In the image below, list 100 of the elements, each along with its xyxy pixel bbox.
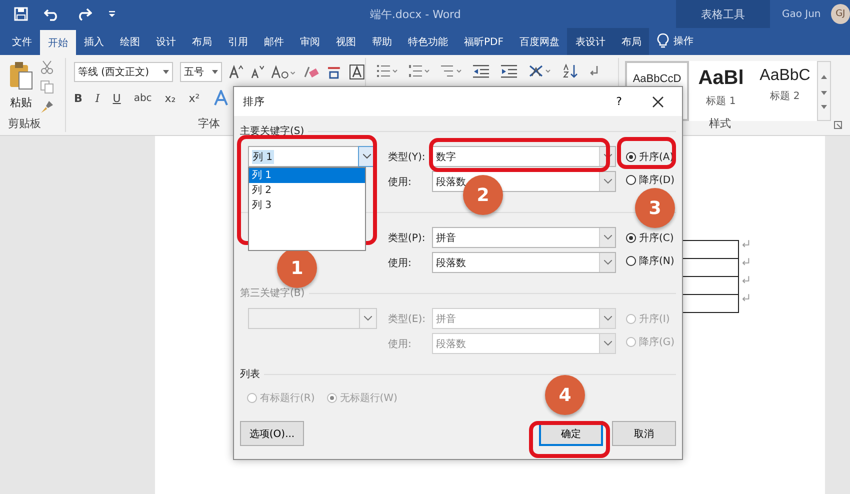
chevron-down-icon bbox=[604, 260, 612, 265]
paragraph-mark-icon bbox=[742, 240, 750, 248]
context-label: 表格工具 bbox=[700, 6, 745, 22]
field-label: 使用: bbox=[388, 176, 412, 188]
style-name: 标题 2 bbox=[770, 90, 800, 103]
paragraph-mark-icon bbox=[742, 294, 750, 302]
format-button[interactable]: I bbox=[95, 92, 100, 104]
ribbon-tab[interactable]: 特色功能 bbox=[400, 28, 456, 55]
field-label: 使用: bbox=[388, 338, 412, 350]
gallery-scrollbar[interactable] bbox=[817, 61, 831, 121]
window-title: 端午.docx - Word bbox=[370, 6, 462, 22]
style-preview: AaBl bbox=[698, 67, 744, 90]
undo-icon[interactable] bbox=[44, 7, 60, 21]
scissors-icon[interactable] bbox=[40, 60, 54, 74]
dialog-button[interactable]: 选项(O)... bbox=[240, 421, 304, 446]
save-icon[interactable] bbox=[14, 7, 28, 21]
ribbon-tab[interactable]: 布局 bbox=[613, 28, 650, 55]
type-dropdown[interactable]: 拼音 bbox=[432, 227, 616, 248]
ribbon-tab[interactable]: 表设计 bbox=[567, 28, 614, 55]
font-name-dropdown[interactable]: 等线 (西文正文) bbox=[74, 62, 174, 82]
section-label: 列表 bbox=[240, 368, 260, 381]
help-button[interactable]: ? bbox=[610, 94, 628, 109]
user-name[interactable]: Gao Jun bbox=[782, 8, 821, 20]
dialog-button[interactable]: 取消 bbox=[612, 421, 676, 446]
format-button[interactable]: x₂ bbox=[164, 92, 176, 104]
dialog-launcher-icon[interactable] bbox=[834, 121, 842, 129]
sort-icon[interactable] bbox=[562, 63, 578, 79]
dialog-title: 排序 bbox=[243, 94, 266, 108]
section-label: 第三关键字(B) bbox=[240, 286, 305, 300]
field-label: 类型(E): bbox=[388, 312, 426, 326]
phonetic-guide-icon[interactable] bbox=[326, 64, 342, 80]
chevron-down-icon bbox=[604, 235, 612, 240]
chevron-down-icon bbox=[364, 316, 372, 321]
format-button[interactable]: U bbox=[112, 92, 121, 104]
caret-icon bbox=[163, 70, 170, 74]
paste-label[interactable]: 粘贴 bbox=[10, 95, 32, 110]
paragraph-mark-icon bbox=[742, 276, 750, 284]
ribbon-tab[interactable]: 文件 bbox=[4, 28, 40, 55]
ribbon-tab[interactable]: 百度网盘 bbox=[511, 28, 568, 55]
chevron-down-icon bbox=[604, 316, 612, 321]
ribbon-tab[interactable]: 福昕PDF bbox=[456, 28, 512, 55]
close-icon[interactable] bbox=[652, 96, 664, 108]
ribbon-tab[interactable]: 邮件 bbox=[256, 28, 292, 55]
sort-order-radio[interactable]: 降序(N) bbox=[626, 254, 674, 268]
dropdown-option[interactable]: 列 2 bbox=[249, 183, 365, 198]
chevron-down-icon bbox=[604, 341, 612, 346]
paste-icon[interactable] bbox=[8, 61, 34, 91]
type-dropdown[interactable]: 数字 bbox=[432, 146, 616, 167]
increase-indent-icon[interactable] bbox=[500, 64, 518, 78]
section-label: 主要关键字(S) bbox=[240, 124, 304, 138]
ribbon-tab[interactable]: 设计 bbox=[148, 28, 184, 55]
shrink-font-icon[interactable] bbox=[250, 65, 264, 79]
character-border-icon[interactable] bbox=[349, 64, 365, 80]
ribbon-tab[interactable]: 审阅 bbox=[292, 28, 328, 55]
dropdown-option[interactable]: 列 1 bbox=[249, 168, 365, 183]
redo-icon[interactable] bbox=[76, 7, 92, 21]
ribbon-tab[interactable]: 布局 bbox=[184, 28, 220, 55]
ribbon-tab[interactable]: 插入 bbox=[76, 28, 112, 55]
ribbon-tab[interactable]: 引用 bbox=[220, 28, 256, 55]
using-dropdown[interactable]: 段落数 bbox=[432, 252, 616, 273]
caret-icon bbox=[212, 70, 218, 74]
change-case-icon[interactable] bbox=[270, 65, 296, 79]
font-size-dropdown[interactable]: 五号 bbox=[180, 62, 222, 82]
field-label: 类型(P): bbox=[388, 232, 426, 244]
key-value: 列 1 bbox=[252, 150, 274, 164]
field-label: 类型(Y): bbox=[388, 150, 426, 164]
ribbon-tab[interactable]: 绘图 bbox=[112, 28, 148, 55]
style-item[interactable]: AaBbC 标题 2 bbox=[753, 61, 817, 121]
field-label: 使用: bbox=[388, 256, 412, 270]
paragraph-mark-toggle-icon[interactable] bbox=[588, 64, 600, 78]
ribbon-tab[interactable]: 帮助 bbox=[364, 28, 400, 55]
ribbon-tab[interactable]: 开始 bbox=[40, 30, 76, 55]
decrease-indent-icon[interactable] bbox=[472, 64, 490, 78]
chevron-down-icon bbox=[604, 179, 612, 184]
multilevel-list-icon[interactable] bbox=[440, 64, 462, 78]
style-name: 标题 1 bbox=[706, 94, 736, 108]
format-button[interactable]: B bbox=[74, 92, 82, 104]
sort-order-radio[interactable]: 降序(D) bbox=[626, 173, 675, 187]
chevron-down-icon bbox=[604, 154, 612, 159]
style-preview: AaBbC bbox=[760, 67, 810, 85]
numbering-icon[interactable] bbox=[408, 64, 430, 78]
brush-icon[interactable] bbox=[40, 100, 54, 114]
format-button[interactable]: abc bbox=[134, 92, 152, 104]
tell-me-field[interactable]: 操作 bbox=[673, 34, 694, 48]
dropdown-option[interactable]: 列 3 bbox=[249, 198, 365, 213]
grow-font-icon[interactable] bbox=[228, 65, 243, 79]
customize-icon[interactable] bbox=[108, 9, 116, 19]
format-button[interactable]: x² bbox=[188, 92, 200, 104]
group-label: 剪贴板 bbox=[8, 116, 41, 131]
text-effects-icon[interactable] bbox=[212, 90, 229, 106]
highlight-frame bbox=[617, 137, 676, 169]
style-preview: AaBbCcD bbox=[632, 73, 682, 85]
bullets-icon[interactable] bbox=[376, 64, 398, 78]
ribbon-tab[interactable]: 视图 bbox=[328, 28, 364, 55]
group-label: 字体 bbox=[198, 116, 220, 131]
user-avatar[interactable]: GJ bbox=[830, 4, 850, 24]
sort-order-radio[interactable]: 升序(C) bbox=[626, 231, 674, 245]
chevron-down-icon bbox=[363, 154, 371, 159]
clear-format-icon[interactable] bbox=[303, 65, 320, 79]
lightbulb-icon[interactable] bbox=[657, 33, 670, 49]
